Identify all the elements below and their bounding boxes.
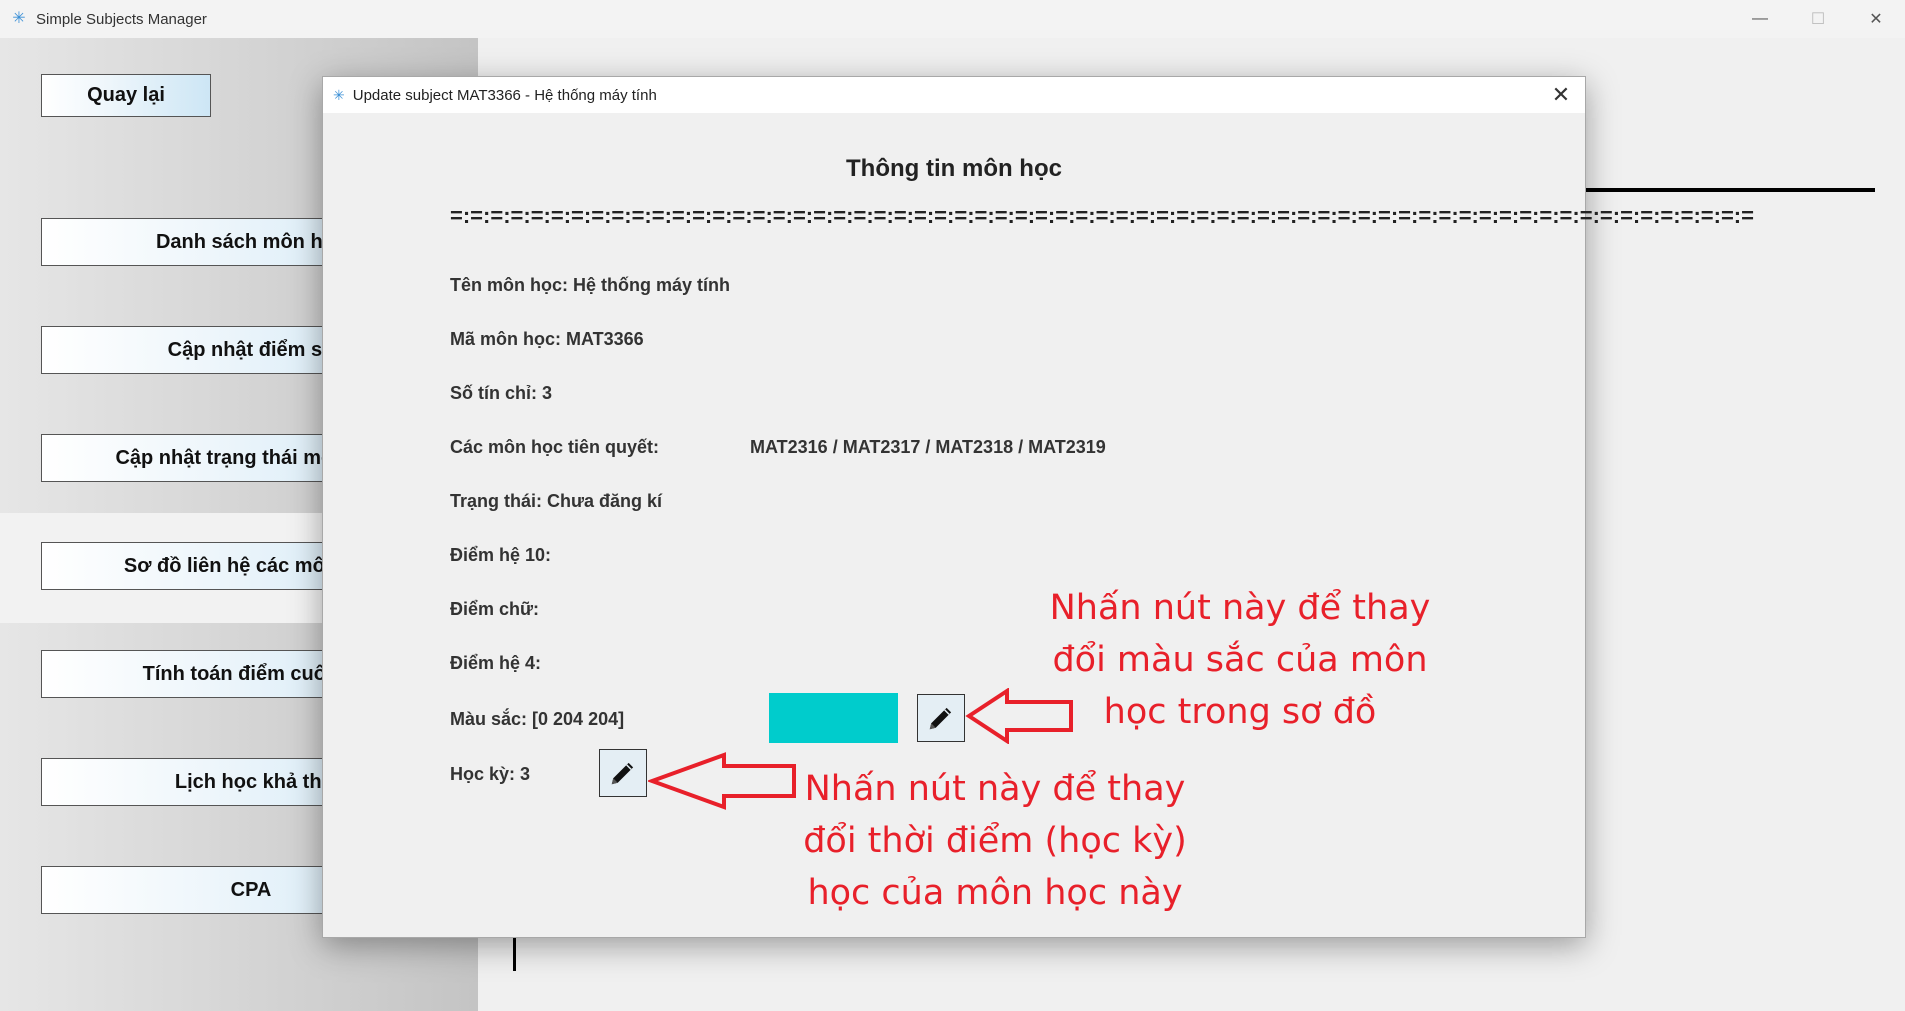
dialog-titlebar: ✳ Update subject MAT3366 - Hệ thống máy … (323, 77, 1585, 113)
score-10: Điểm hệ 10: (450, 545, 552, 565)
color-swatch (769, 693, 898, 743)
back-button[interactable]: Quay lại (41, 74, 211, 117)
pencil-icon (929, 707, 952, 730)
subject-status: Trạng thái: Chưa đăng kí (450, 491, 663, 511)
subject-name: Tên môn học: Hệ thống máy tính (450, 275, 730, 295)
annotation-line: Nhấn nút này để thay (1049, 588, 1431, 628)
app-icon: ✳ (12, 10, 26, 27)
pencil-icon (611, 762, 634, 785)
arrow-to-semester-button (648, 752, 796, 810)
subject-color: Màu sắc: [0 204 204] (450, 709, 625, 729)
minimize-button[interactable]: — (1731, 0, 1789, 38)
dialog-app-icon: ✳ (333, 86, 345, 103)
prerequisites-values: MAT2316 / MAT2317 / MAT2318 / MAT2319 (750, 437, 1106, 457)
subject-credits: Số tín chỉ: 3 (450, 383, 553, 403)
annotation-line: học của môn học này (807, 873, 1183, 913)
subject-code: Mã môn học: MAT3366 (450, 329, 644, 349)
annotation-semester-note: Nhấn nút này để thay đổi thời điểm (học … (790, 763, 1200, 919)
window-title: Simple Subjects Manager (36, 10, 207, 28)
annotation-color-note: Nhấn nút này để thay đổi màu sắc của môn… (1035, 582, 1445, 738)
subject-semester: Học kỳ: 3 (450, 764, 531, 784)
text-cursor (513, 935, 516, 971)
dialog-close-button[interactable]: ✕ (1547, 81, 1575, 109)
separator-line: =:=:=:=:=:=:=:=:=:=:=:=:=:=:=:=:=:=:=:=:… (450, 203, 1754, 228)
prerequisites-label: Các môn học tiên quyết: (450, 437, 660, 457)
annotation-line: học trong sơ đồ (1103, 692, 1377, 732)
score-4: Điểm hệ 4: (450, 653, 542, 673)
close-window-button[interactable]: ✕ (1847, 0, 1905, 38)
dialog-title: Update subject MAT3366 - Hệ thống máy tí… (352, 86, 657, 104)
info-heading: Thông tin môn học (846, 155, 1062, 182)
annotation-line: đổi thời điểm (học kỳ) (803, 821, 1187, 861)
edit-semester-button[interactable] (599, 749, 647, 797)
diagram-line (1583, 188, 1875, 192)
letter-grade: Điểm chữ: (450, 599, 540, 619)
annotation-line: Nhấn nút này để thay (804, 769, 1186, 809)
edit-color-button[interactable] (917, 694, 965, 742)
annotation-line: đổi màu sắc của môn (1052, 640, 1428, 680)
maximize-button[interactable]: ☐ (1789, 0, 1847, 38)
main-titlebar: ✳ Simple Subjects Manager — ☐ ✕ (0, 0, 1905, 39)
